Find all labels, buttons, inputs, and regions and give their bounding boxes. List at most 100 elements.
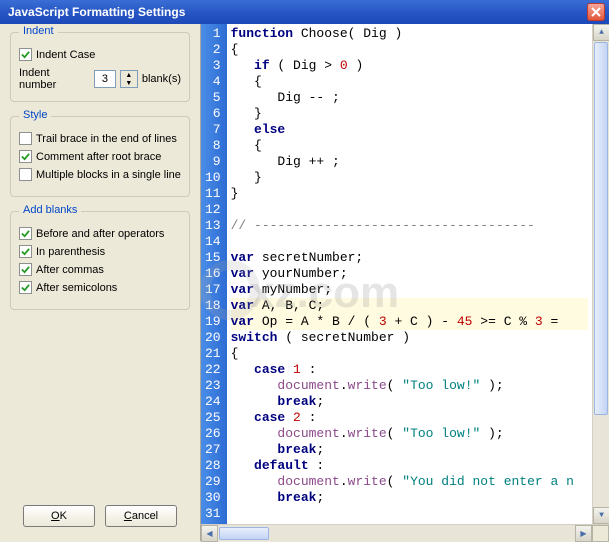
code-line: break; xyxy=(231,490,588,506)
code-line: if ( Dig > 0 ) xyxy=(231,58,588,74)
code-editor: 1234567891011121314151617181920212223242… xyxy=(200,24,609,541)
line-number: 15 xyxy=(205,250,221,266)
line-number: 30 xyxy=(205,490,221,506)
trail-brace-checkbox[interactable] xyxy=(19,132,32,145)
main-area: Indent Indent Case Indent number ▲▼ blan… xyxy=(0,24,609,541)
indent-case-label: Indent Case xyxy=(36,49,95,61)
code-line: break; xyxy=(231,394,588,410)
multiple-blocks-label: Multiple blocks in a single line xyxy=(36,169,181,181)
line-number: 31 xyxy=(205,506,221,522)
line-number: 21 xyxy=(205,346,221,362)
code-line: var secretNumber; xyxy=(231,250,588,266)
window-title: JavaScript Formatting Settings xyxy=(8,5,185,19)
line-number: 23 xyxy=(205,378,221,394)
line-number: 19 xyxy=(205,314,221,330)
line-number: 27 xyxy=(205,442,221,458)
comment-root-checkbox[interactable] xyxy=(19,150,32,163)
line-number: 10 xyxy=(205,170,221,186)
trail-brace-label: Trail brace in the end of lines xyxy=(36,133,177,145)
code-line: var A, B, C; xyxy=(231,298,588,314)
line-number: 25 xyxy=(205,410,221,426)
line-number: 5 xyxy=(205,90,221,106)
code-line xyxy=(231,506,588,522)
code-line xyxy=(231,202,588,218)
code-line: var yourNumber; xyxy=(231,266,588,282)
code-line: { xyxy=(231,42,588,58)
blanks-legend: Add blanks xyxy=(19,204,81,216)
code-line: var myNumber; xyxy=(231,282,588,298)
code-line xyxy=(231,234,588,250)
code-line: { xyxy=(231,138,588,154)
line-number: 9 xyxy=(205,154,221,170)
code-line: case 2 : xyxy=(231,410,588,426)
multiple-blocks-checkbox[interactable] xyxy=(19,168,32,181)
code-line: } xyxy=(231,106,588,122)
code-area: 1234567891011121314151617181920212223242… xyxy=(201,24,609,524)
code-line: break; xyxy=(231,442,588,458)
comment-root-label: Comment after root brace xyxy=(36,151,161,163)
indent-legend: Indent xyxy=(19,25,58,37)
line-number: 14 xyxy=(205,234,221,250)
code-line: { xyxy=(231,346,588,362)
style-legend: Style xyxy=(19,109,51,121)
parenthesis-checkbox[interactable] xyxy=(19,245,32,258)
operators-checkbox[interactable] xyxy=(19,227,32,240)
semicolons-checkbox[interactable] xyxy=(19,281,32,294)
scroll-thumb-h[interactable] xyxy=(219,527,269,540)
line-number: 28 xyxy=(205,458,221,474)
code-line: document.write( "Too low!" ); xyxy=(231,426,588,442)
code-line: } xyxy=(231,170,588,186)
scroll-thumb-v[interactable] xyxy=(594,42,608,415)
vertical-scrollbar[interactable]: ▲ ▼ xyxy=(592,24,609,524)
semicolons-label: After semicolons xyxy=(36,282,117,294)
line-number: 29 xyxy=(205,474,221,490)
line-number: 18 xyxy=(205,298,221,314)
parenthesis-label: In parenthesis xyxy=(36,246,105,258)
line-number: 24 xyxy=(205,394,221,410)
code-line: Dig ++ ; xyxy=(231,154,588,170)
line-number: 11 xyxy=(205,186,221,202)
line-number: 6 xyxy=(205,106,221,122)
line-number: 8 xyxy=(205,138,221,154)
code-line: } xyxy=(231,186,588,202)
line-number: 20 xyxy=(205,330,221,346)
indent-case-checkbox[interactable] xyxy=(19,48,32,61)
blanks-suffix-label: blank(s) xyxy=(142,73,181,85)
code-line: Dig -- ; xyxy=(231,90,588,106)
line-number: 13 xyxy=(205,218,221,234)
scroll-down-button[interactable]: ▼ xyxy=(593,507,609,524)
close-icon xyxy=(591,7,601,17)
code-line: document.write( "You did not enter a n xyxy=(231,474,588,490)
indent-number-spinner[interactable]: ▲▼ xyxy=(120,70,138,88)
style-group: Style Trail brace in the end of lines Co… xyxy=(10,116,190,197)
code-line: else xyxy=(231,122,588,138)
line-number: 2 xyxy=(205,42,221,58)
indent-number-input[interactable] xyxy=(94,70,116,88)
code-content[interactable]: function Choose( Dig ){ if ( Dig > 0 ) {… xyxy=(227,24,592,524)
code-line: function Choose( Dig ) xyxy=(231,26,588,42)
title-bar: JavaScript Formatting Settings xyxy=(0,0,609,24)
horizontal-scrollbar[interactable]: ◀ ▶ xyxy=(201,524,609,541)
commas-checkbox[interactable] xyxy=(19,263,32,276)
line-number: 17 xyxy=(205,282,221,298)
line-number: 7 xyxy=(205,122,221,138)
code-line: // ------------------------------------ xyxy=(231,218,588,234)
code-line: document.write( "Too low!" ); xyxy=(231,378,588,394)
dialog-buttons: OK Cancel xyxy=(10,505,190,533)
scroll-corner xyxy=(592,525,609,542)
scroll-left-button[interactable]: ◀ xyxy=(201,525,218,542)
cancel-button[interactable]: Cancel xyxy=(105,505,177,527)
scroll-up-button[interactable]: ▲ xyxy=(593,24,609,41)
code-line: case 1 : xyxy=(231,362,588,378)
indent-group: Indent Indent Case Indent number ▲▼ blan… xyxy=(10,32,190,102)
line-number: 4 xyxy=(205,74,221,90)
line-number: 12 xyxy=(205,202,221,218)
operators-label: Before and after operators xyxy=(36,228,164,240)
line-number: 26 xyxy=(205,426,221,442)
scroll-right-button[interactable]: ▶ xyxy=(575,525,592,542)
code-line: switch ( secretNumber ) xyxy=(231,330,588,346)
blanks-group: Add blanks Before and after operators In… xyxy=(10,211,190,310)
close-button[interactable] xyxy=(587,3,605,21)
ok-button[interactable]: OK xyxy=(23,505,95,527)
code-line: { xyxy=(231,74,588,90)
